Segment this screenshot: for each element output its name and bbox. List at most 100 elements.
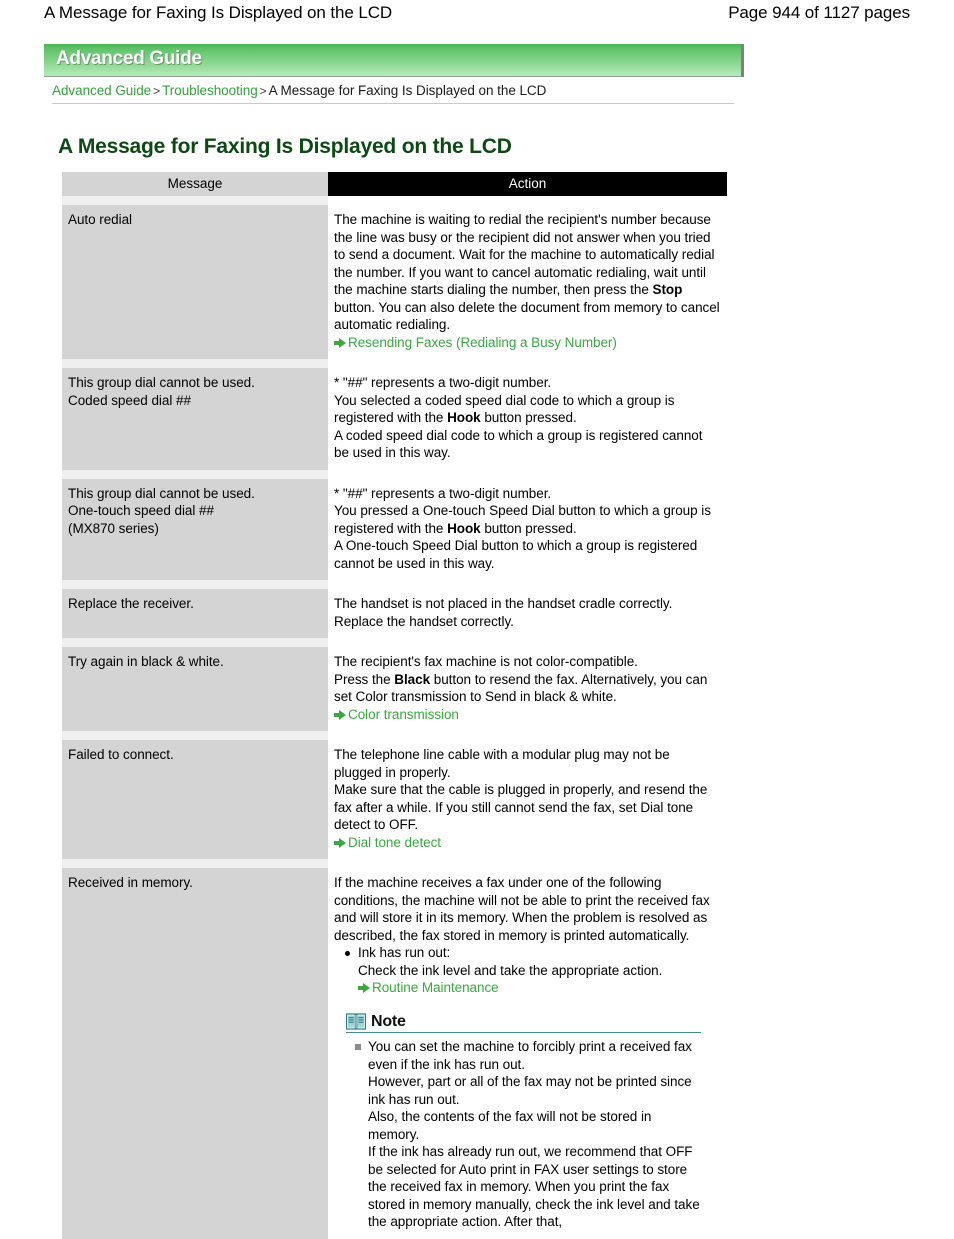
bullet-title: Ink has run out: bbox=[358, 945, 451, 960]
cell-action: The recipient's fax machine is not color… bbox=[328, 647, 727, 731]
row-spacer bbox=[62, 638, 727, 647]
arrow-right-icon bbox=[334, 837, 347, 848]
cell-message: Replace the receiver. bbox=[62, 589, 328, 638]
action-paragraph: A coded speed dial code to which a group… bbox=[334, 427, 703, 461]
cell-message: Failed to connect. bbox=[62, 740, 328, 859]
action-link-paragraph: Color transmission bbox=[334, 706, 721, 724]
action-bold-term: Hook bbox=[447, 410, 481, 425]
row-spacer-cell bbox=[328, 469, 727, 479]
reference-link[interactable]: Color transmission bbox=[334, 707, 459, 722]
action-text: button pressed. bbox=[480, 410, 577, 425]
row-spacer-cell bbox=[62, 359, 328, 368]
page-number-indicator: Page 944 of 1127 pages bbox=[728, 3, 910, 22]
row-spacer bbox=[62, 196, 727, 205]
table-row: This group dial cannot be used. Coded sp… bbox=[62, 368, 727, 470]
action-paragraph: The machine is waiting to redial the rec… bbox=[334, 211, 721, 334]
action-paragraph: The handset is not placed in the handset… bbox=[334, 596, 673, 611]
row-spacer-cell bbox=[62, 731, 328, 740]
row-spacer bbox=[62, 580, 727, 589]
action-paragraph: * "##" represents a two-digit number. bbox=[334, 485, 552, 501]
note-divider bbox=[346, 1032, 701, 1033]
cell-action: The machine is waiting to redial the rec… bbox=[328, 205, 727, 359]
action-paragraph: The recipient's fax machine is not color… bbox=[334, 654, 638, 669]
reference-link-label: Color transmission bbox=[348, 706, 459, 722]
action-paragraph: You selected a coded speed dial code to … bbox=[334, 392, 721, 427]
action-paragraph: If the machine receives a fax under one … bbox=[334, 875, 710, 943]
action-paragraph: * "##" represents a two-digit number. bbox=[334, 375, 552, 390]
message-line: (MX870 series) bbox=[68, 520, 159, 536]
note-item-text: Also, the contents of the fax will not b… bbox=[368, 1109, 652, 1142]
action-text: button. You can also delete the document… bbox=[334, 299, 720, 333]
note-item-text: However, part or all of the fax may not … bbox=[368, 1074, 692, 1107]
row-spacer bbox=[62, 731, 727, 740]
row-spacer-cell bbox=[62, 196, 328, 205]
breadcrumb-separator: > bbox=[153, 84, 161, 98]
reference-link[interactable]: Routine Maintenance bbox=[358, 980, 499, 995]
action-link-paragraph: Dial tone detect bbox=[334, 834, 721, 852]
note-item-text: You can set the machine to forcibly prin… bbox=[368, 1039, 692, 1072]
cell-action: * "##" represents a two-digit number. Yo… bbox=[328, 368, 727, 470]
row-spacer-cell bbox=[328, 359, 727, 368]
action-paragraph: Press the Black button to resend the fax… bbox=[334, 671, 721, 706]
breadcrumb: Advanced Guide > Troubleshooting > A Message… bbox=[52, 83, 742, 98]
row-spacer-cell bbox=[62, 859, 328, 868]
reference-link-label: Resending Faxes (Redialing a Busy Number… bbox=[348, 334, 617, 350]
message-line: Failed to connect. bbox=[68, 747, 174, 762]
table-row: Failed to connect. The telephone line ca… bbox=[62, 740, 727, 859]
row-spacer-cell bbox=[328, 638, 727, 647]
page-header-title: A Message for Faxing Is Displayed on the… bbox=[44, 3, 393, 22]
arrow-right-icon bbox=[334, 709, 347, 720]
page-header: A Message for Faxing Is Displayed on the… bbox=[0, 0, 954, 30]
cell-action: If the machine receives a fax under one … bbox=[328, 868, 727, 1239]
breadcrumb-divider bbox=[52, 103, 734, 104]
message-line: Coded speed dial ## bbox=[68, 392, 191, 408]
row-spacer-cell bbox=[328, 196, 727, 205]
row-spacer bbox=[62, 469, 727, 479]
reference-link-label: Dial tone detect bbox=[348, 834, 442, 850]
cell-message: Received in memory. bbox=[62, 868, 328, 1239]
row-spacer-cell bbox=[62, 638, 328, 647]
action-paragraph: Make sure that the cable is plugged in p… bbox=[334, 782, 708, 832]
cell-action: The handset is not placed in the handset… bbox=[328, 589, 727, 638]
breadcrumb-link-troubleshooting[interactable]: Troubleshooting bbox=[162, 83, 258, 98]
row-spacer-cell bbox=[62, 469, 328, 479]
bullet-text: Check the ink level and take the appropr… bbox=[358, 962, 663, 978]
reference-link[interactable]: Dial tone detect bbox=[334, 835, 441, 850]
message-line: This group dial cannot be used. bbox=[68, 485, 255, 501]
banner-title: Advanced Guide bbox=[56, 48, 202, 69]
breadcrumb-link-advanced-guide[interactable]: Advanced Guide bbox=[52, 83, 151, 98]
cell-action: * "##" represents a two-digit number. Yo… bbox=[328, 478, 727, 580]
reference-link[interactable]: Resending Faxes (Redialing a Busy Number… bbox=[334, 335, 617, 350]
action-bold-term: Stop bbox=[652, 282, 683, 297]
cell-message: This group dial cannot be used. Coded sp… bbox=[62, 368, 328, 470]
breadcrumb-current: A Message for Faxing Is Displayed on the… bbox=[268, 83, 547, 98]
action-bold-term: Hook bbox=[447, 520, 481, 536]
cell-action: The telephone line cable with a modular … bbox=[328, 740, 727, 859]
row-spacer-cell bbox=[328, 580, 727, 589]
table-row: Replace the receiver. The handset is not… bbox=[62, 589, 727, 638]
note-item-text: If the ink has already run out, we recom… bbox=[368, 1144, 700, 1229]
row-spacer-cell bbox=[328, 731, 727, 740]
action-bullet-list: Ink has run out: Check the ink level and… bbox=[334, 944, 721, 997]
message-line: Try again in black & white. bbox=[68, 654, 224, 669]
advanced-guide-banner: Advanced Guide bbox=[44, 44, 744, 77]
row-spacer bbox=[62, 859, 727, 868]
action-text: Press the bbox=[334, 671, 395, 687]
note-list: You can set the machine to forcibly prin… bbox=[346, 1038, 701, 1231]
breadcrumb-separator: > bbox=[259, 84, 267, 98]
message-line: Replace the receiver. bbox=[68, 596, 194, 611]
action-paragraph: You pressed a One-touch Speed Dial butto… bbox=[334, 502, 721, 537]
message-line: Auto redial bbox=[68, 212, 132, 227]
row-spacer bbox=[62, 359, 727, 368]
cell-message: Auto redial bbox=[62, 205, 328, 359]
page-title: A Message for Faxing Is Displayed on the… bbox=[58, 135, 512, 159]
message-line: This group dial cannot be used. bbox=[68, 375, 255, 390]
note-label: Note bbox=[371, 1012, 406, 1030]
action-text: button pressed. bbox=[480, 520, 577, 536]
reference-link-label: Routine Maintenance bbox=[372, 980, 499, 995]
action-paragraph: A One-touch Speed Dial button to which a… bbox=[334, 538, 698, 571]
action-link-paragraph: Resending Faxes (Redialing a Busy Number… bbox=[334, 334, 721, 352]
table-row: Try again in black & white. The recipien… bbox=[62, 647, 727, 731]
list-item: Ink has run out: Check the ink level and… bbox=[345, 944, 721, 997]
action-paragraph: Replace the handset correctly. bbox=[334, 613, 514, 629]
